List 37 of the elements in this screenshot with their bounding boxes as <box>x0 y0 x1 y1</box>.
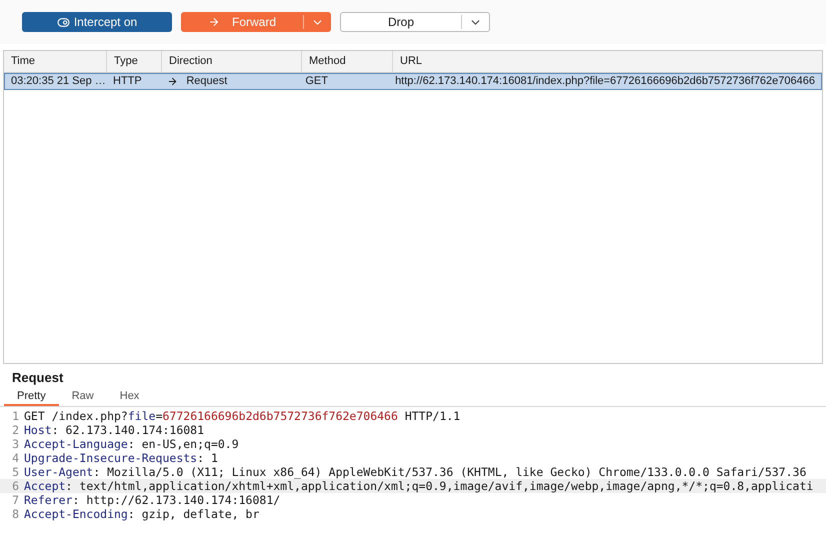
code-line: GET /index.php?file=67726166696b2d6b7572736f762e706466 HTTP/1.1 <box>24 409 460 423</box>
table-row[interactable]: 03:20:35 21 Sep … HTTP Request GET http://62.173.140.174:16081/index.php?file=67726166696b2d6b7572736f762e706466 <box>4 73 822 90</box>
column-header[interactable]: Direction <box>169 53 212 70</box>
line-number: 7 <box>11 493 20 507</box>
code-line: Accept-Encoding: gzip, deflate, br <box>24 507 260 521</box>
intercept-toggle-button[interactable]: Intercept on <box>22 12 172 32</box>
code-line: Host: 62.173.140.174:16081 <box>24 423 204 437</box>
line-number: 5 <box>11 465 20 479</box>
column-header[interactable]: Time <box>11 53 36 70</box>
column-header[interactable]: Type <box>114 53 138 70</box>
code-line: Accept-Language: en-US,en;q=0.9 <box>24 437 239 451</box>
view-tab[interactable]: Hex <box>106 388 152 406</box>
column-header[interactable]: Method <box>309 53 346 70</box>
drop-label[interactable]: Drop <box>341 13 461 31</box>
arrow-right-icon <box>208 16 220 28</box>
column-header[interactable]: URL <box>400 53 422 70</box>
table-cell-text: GET <box>305 74 328 90</box>
view-tab[interactable]: Pretty <box>4 388 59 406</box>
code-line: Referer: http://62.173.140.174:16081/ <box>24 493 280 507</box>
code-line: Upgrade-Insecure-Requests: 1 <box>24 451 218 465</box>
table-cell-text: http://62.173.140.174:16081/index.php?file=67726166696b2d6b7572736f762e706466 <box>395 74 815 90</box>
arrow-right-icon <box>167 76 178 87</box>
toggle-icon <box>56 16 70 28</box>
line-number: 1 <box>11 409 20 423</box>
line-number: 4 <box>11 451 20 465</box>
table-cell-text: 03:20:35 21 Sep … <box>11 74 106 90</box>
drop-split-button[interactable]: Drop <box>340 12 490 32</box>
table-cell-text: HTTP <box>113 74 142 90</box>
line-number: 6 <box>11 479 20 493</box>
line-number: 8 <box>11 507 20 521</box>
line-number: 3 <box>11 437 20 451</box>
table-cell-text: Request <box>186 74 228 90</box>
code-line: User-Agent: Mozilla/5.0 (X11; Linux x86_64) AppleWebKit/537.36 (KHTML, like Gecko) Chrome/133.0.0.0 Safari/537.36 <box>24 465 806 479</box>
panel-title: Request <box>12 370 64 385</box>
view-tab[interactable]: Raw <box>58 388 107 406</box>
line-number: 2 <box>11 423 20 437</box>
code-line: Accept: text/html,application/xhtml+xml,application/xml;q=0.9,image/avif,image/webp,image/apng,*/*;q=0.8,applicati <box>24 479 814 493</box>
